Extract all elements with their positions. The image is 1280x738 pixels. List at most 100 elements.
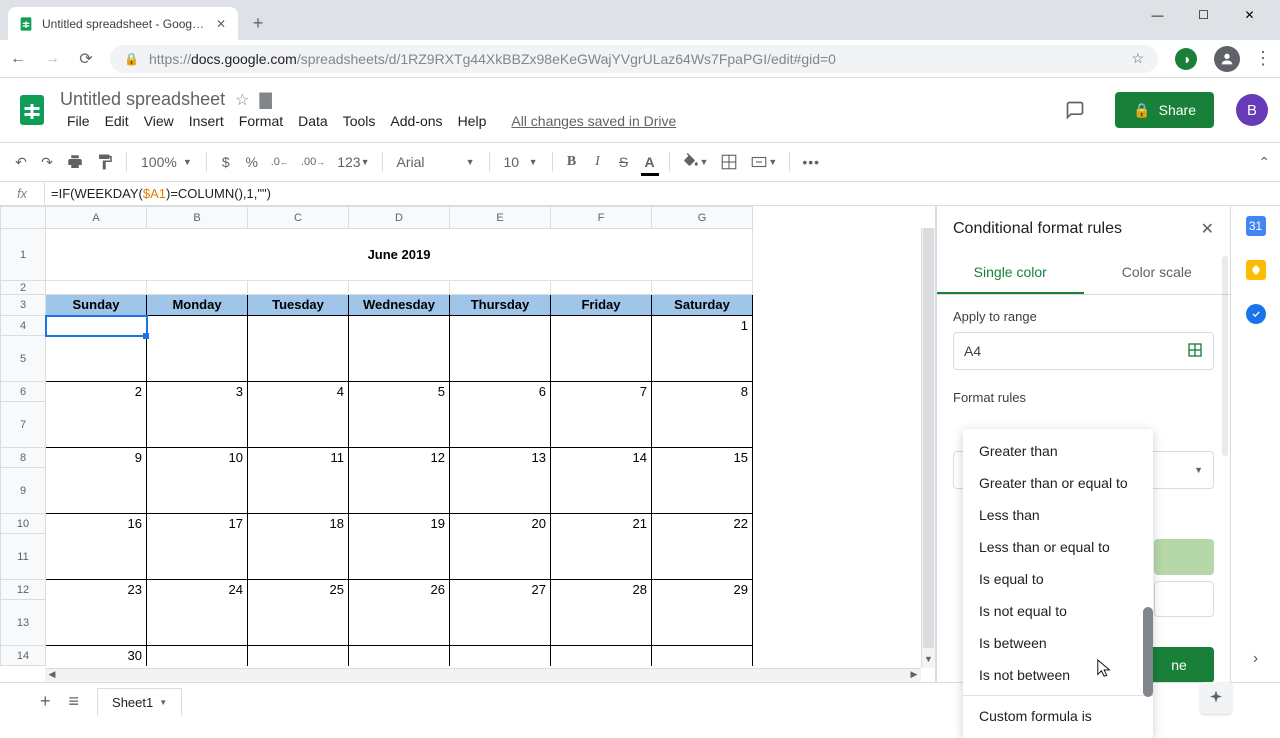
url-input[interactable]: 🔒 https://docs.google.com/spreadsheets/d… bbox=[110, 45, 1158, 73]
vertical-scrollbar[interactable]: ▼ bbox=[921, 228, 935, 668]
calendar-cell[interactable] bbox=[551, 534, 652, 580]
rule-option-between[interactable]: Is between bbox=[963, 627, 1153, 659]
menu-file[interactable]: File bbox=[60, 111, 97, 131]
calendar-cell[interactable]: 21 bbox=[551, 514, 652, 534]
calendar-title[interactable]: June 2019 bbox=[46, 229, 753, 281]
calendar-cell[interactable]: 16 bbox=[46, 514, 147, 534]
explore-button[interactable] bbox=[1200, 682, 1232, 714]
calendar-cell[interactable]: 13 bbox=[450, 448, 551, 468]
calendar-cell[interactable] bbox=[652, 600, 753, 646]
comments-button[interactable] bbox=[1057, 92, 1093, 128]
minimize-button[interactable]: — bbox=[1135, 0, 1180, 30]
strikethrough-button[interactable]: S bbox=[613, 150, 635, 174]
day-header[interactable]: Wednesday bbox=[349, 295, 450, 316]
calendar-cell[interactable] bbox=[147, 336, 248, 382]
rule-option-lte[interactable]: Less than or equal to bbox=[963, 531, 1153, 563]
calendar-cell[interactable] bbox=[147, 600, 248, 646]
add-sheet-button[interactable]: + bbox=[40, 691, 51, 712]
calendar-cell[interactable] bbox=[450, 534, 551, 580]
calendar-cell[interactable]: 28 bbox=[551, 580, 652, 600]
rule-option-less-than[interactable]: Less than bbox=[963, 499, 1153, 531]
calendar-cell[interactable]: 22 bbox=[652, 514, 753, 534]
calendar-cell[interactable] bbox=[349, 600, 450, 646]
row-header-1[interactable]: 1 bbox=[1, 229, 46, 281]
calendar-cell[interactable] bbox=[46, 600, 147, 646]
tasks-addon-icon[interactable] bbox=[1246, 304, 1266, 324]
spreadsheet-grid[interactable]: ABCDEFG1June 201923SundayMondayTuesdayWe… bbox=[0, 206, 936, 682]
maximize-button[interactable]: ☐ bbox=[1181, 0, 1226, 30]
close-sidebar-button[interactable]: ✕ bbox=[1201, 219, 1214, 239]
back-button[interactable]: ← bbox=[8, 50, 28, 68]
keep-addon-icon[interactable] bbox=[1246, 260, 1266, 280]
calendar-cell[interactable] bbox=[652, 534, 753, 580]
row-header[interactable]: 6 bbox=[1, 382, 46, 402]
calendar-cell[interactable] bbox=[46, 402, 147, 448]
merge-button[interactable]: ▼ bbox=[746, 149, 781, 175]
decrease-decimal-button[interactable]: .0← bbox=[267, 152, 293, 172]
calendar-cell[interactable] bbox=[450, 600, 551, 646]
tab-color-scale[interactable]: Color scale bbox=[1084, 252, 1231, 294]
col-header-B[interactable]: B bbox=[147, 207, 248, 229]
calendar-cell[interactable]: 23 bbox=[46, 580, 147, 600]
paint-format-button[interactable] bbox=[92, 149, 118, 175]
sheet-tab-menu-icon[interactable]: ▼ bbox=[159, 698, 167, 707]
browser-tab[interactable]: Untitled spreadsheet - Google S ✕ bbox=[8, 7, 238, 40]
calendar-cell[interactable] bbox=[652, 402, 753, 448]
calendar-cell[interactable] bbox=[147, 534, 248, 580]
calendar-cell[interactable] bbox=[147, 646, 248, 666]
col-header-G[interactable]: G bbox=[652, 207, 753, 229]
done-button[interactable]: ne bbox=[1144, 647, 1214, 683]
horizontal-scrollbar[interactable]: ◀ ▶ bbox=[45, 668, 921, 682]
calendar-cell[interactable]: 2 bbox=[46, 382, 147, 402]
tab-single-color[interactable]: Single color bbox=[937, 252, 1084, 294]
calendar-cell[interactable]: 29 bbox=[652, 580, 753, 600]
forward-button[interactable]: → bbox=[42, 50, 62, 68]
calendar-cell[interactable] bbox=[551, 646, 652, 666]
save-status[interactable]: All changes saved in Drive bbox=[504, 111, 683, 131]
menu-insert[interactable]: Insert bbox=[182, 111, 231, 131]
calendar-cell[interactable]: 9 bbox=[46, 448, 147, 468]
calendar-cell[interactable]: 10 bbox=[147, 448, 248, 468]
calendar-cell[interactable]: 5 bbox=[349, 382, 450, 402]
share-button[interactable]: 🔒 Share bbox=[1115, 92, 1214, 128]
rule-option-not-between[interactable]: Is not between bbox=[963, 659, 1153, 691]
row-header[interactable]: 10 bbox=[1, 514, 46, 534]
col-header-A[interactable]: A bbox=[46, 207, 147, 229]
calendar-cell[interactable] bbox=[450, 468, 551, 514]
calendar-cell[interactable]: 19 bbox=[349, 514, 450, 534]
calendar-cell[interactable] bbox=[551, 402, 652, 448]
row-header-3[interactable]: 3 bbox=[1, 295, 46, 316]
more-tools-button[interactable]: ••• bbox=[798, 150, 824, 174]
menu-edit[interactable]: Edit bbox=[98, 111, 136, 131]
sheet-tab-1[interactable]: Sheet1 ▼ bbox=[97, 688, 182, 716]
format-preview-custom[interactable] bbox=[1154, 581, 1214, 617]
calendar-cell[interactable] bbox=[349, 646, 450, 666]
row-header[interactable]: 9 bbox=[1, 468, 46, 514]
row-header-2[interactable]: 2 bbox=[1, 281, 46, 295]
calendar-cell[interactable] bbox=[248, 600, 349, 646]
calendar-cell[interactable] bbox=[652, 336, 753, 382]
day-header[interactable]: Tuesday bbox=[248, 295, 349, 316]
day-header[interactable]: Thursday bbox=[450, 295, 551, 316]
calendar-cell[interactable] bbox=[147, 468, 248, 514]
account-avatar[interactable]: B bbox=[1236, 94, 1268, 126]
calendar-cell[interactable]: 30 bbox=[46, 646, 147, 666]
zoom-select[interactable]: 100%▼ bbox=[135, 154, 198, 170]
range-input[interactable]: A4 bbox=[953, 332, 1214, 370]
calendar-addon-icon[interactable]: 31 bbox=[1246, 216, 1266, 236]
bold-button[interactable]: B bbox=[561, 150, 583, 174]
calendar-cell[interactable] bbox=[551, 468, 652, 514]
row-header[interactable]: 5 bbox=[1, 336, 46, 382]
extension-button[interactable]: ◑ bbox=[1172, 45, 1200, 73]
calendar-cell[interactable] bbox=[551, 600, 652, 646]
menu-addons[interactable]: Add-ons bbox=[383, 111, 449, 131]
col-header-F[interactable]: F bbox=[551, 207, 652, 229]
new-tab-button[interactable]: + bbox=[244, 9, 272, 37]
calendar-cell[interactable] bbox=[652, 468, 753, 514]
sidebar-scrollbar[interactable] bbox=[1222, 256, 1228, 622]
hide-sidepanel-button[interactable]: › bbox=[1253, 650, 1258, 668]
tab-close-icon[interactable]: ✕ bbox=[214, 17, 228, 31]
calendar-cell[interactable]: 14 bbox=[551, 448, 652, 468]
calendar-cell[interactable] bbox=[46, 316, 147, 336]
borders-button[interactable] bbox=[716, 149, 742, 175]
